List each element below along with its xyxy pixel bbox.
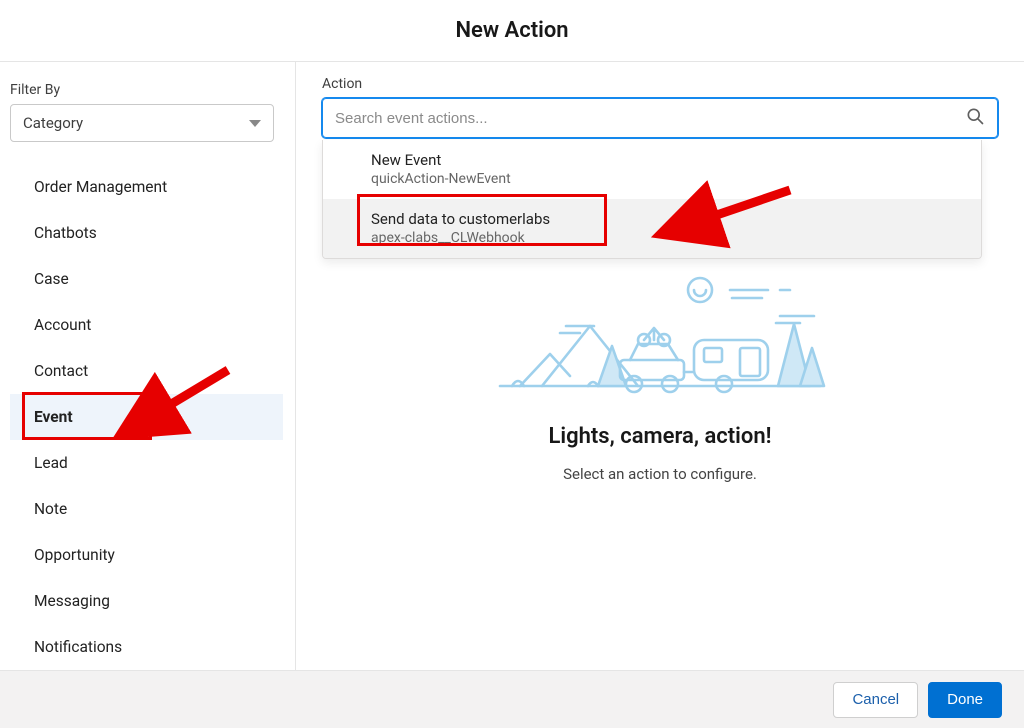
category-select[interactable]: Category: [10, 104, 274, 142]
main-panel: Action New Event quickAction-NewEvent Se…: [296, 62, 1024, 670]
sidebar-item-label: Note: [34, 500, 67, 518]
empty-state-title: Lights, camera, action!: [549, 424, 772, 449]
sidebar-item-case[interactable]: Case: [10, 256, 283, 302]
sidebar-item-label: Lead: [34, 454, 68, 472]
sidebar-item-label: Account: [34, 316, 91, 334]
sidebar-item-label: Order Management: [34, 178, 167, 196]
dropdown-option-subtitle: apex-clabs__CLWebhook: [371, 229, 965, 248]
empty-state: Lights, camera, action! Select an action…: [322, 268, 998, 483]
modal-title: New Action: [455, 18, 568, 43]
sidebar-item-notifications[interactable]: Notifications: [10, 624, 283, 670]
sidebar-item-lead[interactable]: Lead: [10, 440, 283, 486]
empty-state-illustration: [480, 268, 840, 418]
sidebar-item-label: Case: [34, 270, 69, 288]
action-field-label: Action: [322, 76, 998, 92]
category-select-value: Category: [23, 114, 83, 132]
dropdown-option-title: Send data to customerlabs: [371, 209, 965, 229]
sidebar-item-messaging[interactable]: Messaging: [10, 578, 283, 624]
action-search-input[interactable]: [335, 110, 965, 127]
action-search-dropdown: New Event quickAction-NewEvent Send data…: [322, 140, 982, 259]
sidebar-item-label: Notifications: [34, 638, 122, 656]
sidebar-item-account[interactable]: Account: [10, 302, 283, 348]
modal-header: New Action: [0, 0, 1024, 62]
sidebar-item-label: Messaging: [34, 592, 110, 610]
dropdown-option-subtitle: quickAction-NewEvent: [371, 170, 965, 189]
sidebar-item-note[interactable]: Note: [10, 486, 283, 532]
sidebar-item-label: Event: [34, 408, 73, 426]
sidebar-item-label: Opportunity: [34, 546, 115, 564]
sidebar-item-order-management[interactable]: Order Management: [10, 164, 283, 210]
category-list: Order Management Chatbots Case Account C…: [10, 152, 283, 670]
cancel-button[interactable]: Cancel: [833, 682, 918, 718]
sidebar-item-contact[interactable]: Contact: [10, 348, 283, 394]
dropdown-option-send-data[interactable]: Send data to customerlabs apex-clabs__CL…: [323, 199, 981, 258]
action-search-combobox[interactable]: [322, 98, 998, 138]
done-button[interactable]: Done: [928, 682, 1002, 718]
sidebar-item-chatbots[interactable]: Chatbots: [10, 210, 283, 256]
modal-footer: Cancel Done: [0, 670, 1024, 728]
filter-by-label: Filter By: [10, 82, 283, 98]
sidebar-item-label: Chatbots: [34, 224, 97, 242]
sidebar-item-opportunity[interactable]: Opportunity: [10, 532, 283, 578]
empty-state-subtitle: Select an action to configure.: [563, 465, 757, 483]
search-icon: [965, 106, 985, 130]
sidebar-item-label: Contact: [34, 362, 88, 380]
sidebar-item-event[interactable]: Event: [10, 394, 283, 440]
chevron-down-icon: [249, 120, 261, 127]
dropdown-option-title: New Event: [371, 150, 965, 170]
filter-sidebar: Filter By Category Order Management Chat…: [0, 62, 296, 670]
dropdown-option-new-event[interactable]: New Event quickAction-NewEvent: [323, 140, 981, 199]
